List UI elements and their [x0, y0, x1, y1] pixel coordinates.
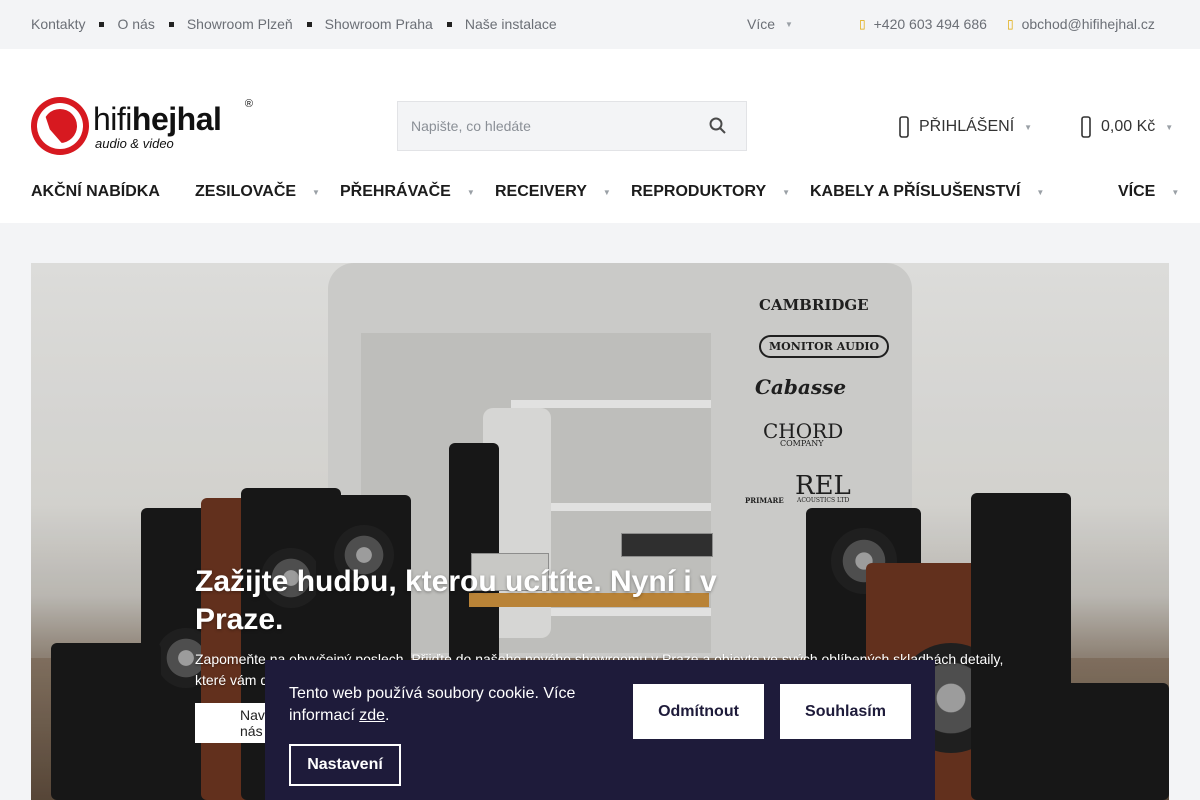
nav-item-label: REPRODUKTORY — [631, 183, 767, 200]
chevron-down-icon: ▼ — [785, 19, 793, 29]
logo-registered-mark: ® — [244, 98, 253, 110]
logo-wordmark: hifihejhal audio & video — [93, 100, 222, 151]
cookie-accept-button[interactable]: Souhlasím — [780, 684, 911, 739]
login-label: PŘIHLÁŠENÍ — [919, 118, 1015, 135]
cart-link[interactable]: 0,00 Kč ▼ — [1080, 116, 1173, 138]
cookie-settings-button[interactable]: Nastavení — [289, 744, 401, 786]
separator — [99, 21, 105, 27]
top-bar: Kontakty O nás Showroom Plzeň Showroom P… — [0, 0, 1200, 49]
chevron-down-icon: ▼ — [782, 187, 791, 197]
email-icon: ▯ — [1007, 17, 1014, 31]
separator — [306, 21, 312, 27]
logo-word-bold: hejhal — [131, 100, 222, 137]
search-box — [397, 101, 747, 151]
nav-item-label: PŘEHRÁVAČE — [340, 183, 451, 200]
search-icon — [709, 117, 726, 134]
cookie-info-link[interactable]: zde — [359, 707, 385, 724]
logo-mark-icon — [31, 97, 89, 155]
phone-link[interactable]: ▯ +420 603 494 686 — [859, 16, 987, 32]
search-input[interactable] — [398, 102, 698, 150]
top-more-label: Více — [747, 16, 776, 32]
cart-icon — [1081, 116, 1091, 138]
login-link[interactable]: PŘIHLÁŠENÍ ▼ — [898, 116, 1032, 138]
separator — [446, 21, 452, 27]
cart-total: 0,00 Kč — [1101, 118, 1156, 135]
cookie-message-text: Tento web používá soubory cookie. Více i… — [289, 685, 576, 724]
cookie-message: Tento web používá soubory cookie. Více i… — [289, 683, 609, 727]
cookie-message-end: . — [385, 707, 390, 724]
chevron-down-icon: ▼ — [1024, 122, 1033, 132]
user-icon — [899, 116, 909, 138]
separator — [168, 21, 174, 27]
site-logo[interactable]: hifihejhal audio & video ® — [31, 96, 253, 156]
top-more-dropdown[interactable]: Více ▼ — [747, 16, 793, 32]
nav-item-cables[interactable]: KABELY A PŘÍSLUŠENSTVÍ ▼ — [810, 183, 1044, 201]
cookie-consent-bar: Tento web používá soubory cookie. Více i… — [265, 660, 935, 800]
nav-item-label: VÍCE — [1118, 183, 1156, 200]
top-link-installations[interactable]: Naše instalace — [465, 16, 557, 32]
site-header: hifihejhal audio & video ® PŘIHLÁŠENÍ ▼ … — [0, 49, 1200, 223]
logo-word-light: hifi — [93, 100, 132, 137]
top-link-showroom-praha[interactable]: Showroom Praha — [325, 16, 433, 32]
hero-title: Zažijte hudbu, kterou ucítíte. Nyní i v … — [195, 565, 717, 636]
logo-tagline: audio & video — [95, 135, 174, 151]
nav-item-label: RECEIVERY — [495, 183, 587, 200]
cookie-decline-button[interactable]: Odmítnout — [633, 684, 764, 739]
top-link-contacts[interactable]: Kontakty — [31, 16, 85, 32]
nav-item-more[interactable]: VÍCE ▼ — [1118, 183, 1179, 201]
chevron-down-icon: ▼ — [1165, 122, 1174, 132]
chevron-down-icon: ▼ — [312, 187, 320, 197]
email-address: obchod@hifihejhal.cz — [1021, 16, 1155, 32]
nav-item-label: AKČNÍ NABÍDKA — [31, 183, 160, 200]
chevron-down-icon: ▼ — [466, 187, 475, 197]
nav-item-amplifiers[interactable]: ZESILOVAČE ▼ — [195, 183, 320, 201]
email-link[interactable]: ▯ obchod@hifihejhal.cz — [1007, 16, 1155, 32]
phone-number: +420 603 494 686 — [873, 16, 987, 32]
nav-item-players[interactable]: PŘEHRÁVAČE ▼ — [340, 183, 475, 201]
search-button[interactable] — [708, 116, 728, 136]
chevron-down-icon: ▼ — [602, 187, 611, 197]
top-nav: Kontakty O nás Showroom Plzeň Showroom P… — [31, 16, 557, 32]
nav-item-sale[interactable]: AKČNÍ NABÍDKA — [31, 183, 160, 201]
chevron-down-icon: ▼ — [1171, 187, 1180, 197]
top-link-showroom-plzen[interactable]: Showroom Plzeň — [187, 16, 293, 32]
main-navigation: AKČNÍ NABÍDKA ZESILOVAČE ▼ PŘEHRÁVAČE ▼ RE… — [31, 183, 1179, 207]
top-link-about[interactable]: O nás — [117, 16, 154, 32]
nav-item-label: KABELY A PŘÍSLUŠENSTVÍ — [810, 183, 1021, 200]
nav-item-receivers[interactable]: RECEIVERY ▼ — [495, 183, 611, 201]
nav-item-speakers[interactable]: REPRODUKTORY ▼ — [631, 183, 790, 201]
nav-item-label: ZESILOVAČE — [195, 183, 297, 200]
phone-icon: ▯ — [859, 17, 866, 31]
chevron-down-icon: ▼ — [1036, 187, 1045, 197]
